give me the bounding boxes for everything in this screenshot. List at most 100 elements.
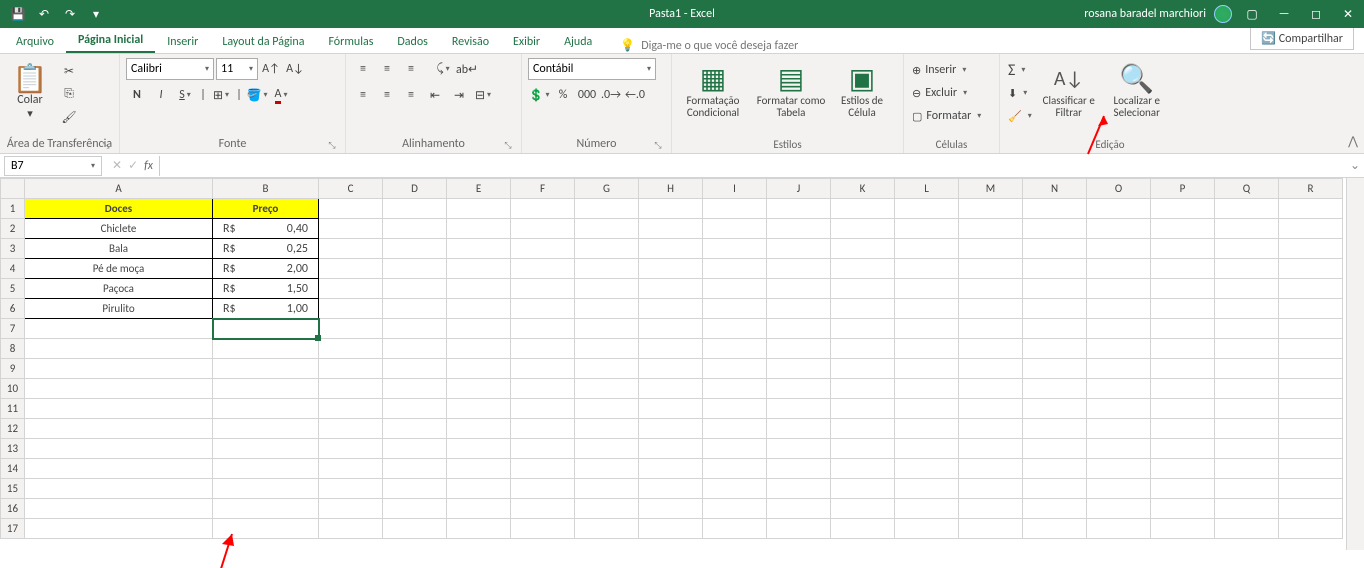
cell[interactable] bbox=[959, 479, 1023, 499]
format-cells-button[interactable]: ▢ Formatar ▾ bbox=[910, 106, 983, 126]
cell[interactable] bbox=[511, 439, 575, 459]
cell[interactable] bbox=[1279, 399, 1343, 419]
row-header[interactable]: 14 bbox=[1, 459, 25, 479]
cell[interactable] bbox=[319, 499, 383, 519]
cell[interactable]: R$0,25 bbox=[213, 239, 319, 259]
cell[interactable] bbox=[703, 439, 767, 459]
col-header-q[interactable]: Q bbox=[1215, 179, 1279, 199]
row-header[interactable]: 10 bbox=[1, 379, 25, 399]
cell[interactable] bbox=[383, 219, 447, 239]
cell[interactable] bbox=[511, 339, 575, 359]
cell[interactable] bbox=[1023, 359, 1087, 379]
cell[interactable] bbox=[319, 239, 383, 259]
cell[interactable] bbox=[959, 519, 1023, 539]
cell[interactable] bbox=[1087, 299, 1151, 319]
tab-layout[interactable]: Layout da Página bbox=[210, 31, 316, 53]
cell[interactable] bbox=[1279, 299, 1343, 319]
cell[interactable] bbox=[447, 299, 511, 319]
cell[interactable] bbox=[895, 279, 959, 299]
tab-data[interactable]: Dados bbox=[385, 31, 439, 53]
tab-file[interactable]: Arquivo bbox=[4, 31, 66, 53]
row-header[interactable]: 1 bbox=[1, 199, 25, 219]
cell[interactable] bbox=[1023, 319, 1087, 339]
align-right-icon[interactable]: ≡ bbox=[400, 84, 422, 106]
cell[interactable] bbox=[703, 519, 767, 539]
cell[interactable]: Chiclete bbox=[25, 219, 213, 239]
cell[interactable] bbox=[213, 379, 319, 399]
cell[interactable] bbox=[511, 319, 575, 339]
name-box[interactable]: B7▾ bbox=[4, 156, 102, 176]
cell[interactable]: Bala bbox=[25, 239, 213, 259]
cell[interactable] bbox=[511, 359, 575, 379]
cell[interactable] bbox=[447, 439, 511, 459]
cell[interactable] bbox=[703, 239, 767, 259]
save-icon[interactable]: 💾 bbox=[6, 2, 30, 26]
tab-insert[interactable]: Inserir bbox=[155, 31, 210, 53]
cell[interactable] bbox=[1151, 419, 1215, 439]
cell[interactable] bbox=[1023, 279, 1087, 299]
font-size-select[interactable]: 11▾ bbox=[216, 58, 258, 80]
cell[interactable] bbox=[831, 399, 895, 419]
tab-view[interactable]: Exibir bbox=[501, 31, 552, 53]
cell[interactable] bbox=[575, 519, 639, 539]
clear-button[interactable]: 🧹 ▾ bbox=[1006, 106, 1034, 126]
ribbon-display-icon[interactable]: ▢ bbox=[1240, 2, 1264, 26]
cell[interactable] bbox=[1151, 339, 1215, 359]
cell[interactable] bbox=[319, 419, 383, 439]
cell[interactable] bbox=[1023, 439, 1087, 459]
cell[interactable] bbox=[831, 519, 895, 539]
cell[interactable] bbox=[25, 459, 213, 479]
cell[interactable] bbox=[1087, 479, 1151, 499]
cell[interactable] bbox=[213, 419, 319, 439]
cell[interactable] bbox=[895, 419, 959, 439]
cell[interactable]: R$1,00 bbox=[213, 299, 319, 319]
italic-button[interactable]: I bbox=[150, 84, 172, 106]
cell[interactable] bbox=[767, 499, 831, 519]
cell[interactable] bbox=[959, 419, 1023, 439]
cell[interactable] bbox=[213, 439, 319, 459]
cell[interactable] bbox=[383, 419, 447, 439]
cell[interactable] bbox=[767, 379, 831, 399]
sort-filter-button[interactable]: A↓ Classificar e Filtrar bbox=[1038, 58, 1100, 124]
cell[interactable] bbox=[1087, 239, 1151, 259]
col-header-r[interactable]: R bbox=[1279, 179, 1343, 199]
cell[interactable] bbox=[831, 219, 895, 239]
cell[interactable] bbox=[703, 319, 767, 339]
cell[interactable] bbox=[703, 459, 767, 479]
cell[interactable] bbox=[25, 319, 213, 339]
cell[interactable] bbox=[767, 479, 831, 499]
cell[interactable] bbox=[1279, 439, 1343, 459]
cell[interactable] bbox=[703, 279, 767, 299]
cell[interactable] bbox=[575, 419, 639, 439]
cell[interactable] bbox=[831, 499, 895, 519]
cell[interactable] bbox=[703, 259, 767, 279]
cell[interactable] bbox=[383, 399, 447, 419]
cell[interactable] bbox=[447, 259, 511, 279]
cell[interactable] bbox=[383, 379, 447, 399]
col-header-f[interactable]: F bbox=[511, 179, 575, 199]
select-all-corner[interactable] bbox=[1, 179, 25, 199]
cell[interactable] bbox=[25, 339, 213, 359]
cell[interactable] bbox=[767, 219, 831, 239]
cell[interactable] bbox=[25, 499, 213, 519]
cell[interactable] bbox=[1279, 499, 1343, 519]
tell-me-box[interactable]: 💡 Diga-me o que você deseja fazer bbox=[620, 38, 798, 53]
collapse-ribbon-icon[interactable]: ⋀ bbox=[1348, 134, 1358, 149]
cell[interactable] bbox=[895, 399, 959, 419]
row-header[interactable]: 6 bbox=[1, 299, 25, 319]
cell[interactable] bbox=[767, 439, 831, 459]
row-header[interactable]: 2 bbox=[1, 219, 25, 239]
cell[interactable] bbox=[1023, 459, 1087, 479]
cell[interactable] bbox=[1279, 219, 1343, 239]
cell[interactable] bbox=[1215, 219, 1279, 239]
cell[interactable] bbox=[831, 439, 895, 459]
expand-formula-bar-icon[interactable]: ⌄ bbox=[1346, 158, 1364, 173]
cell[interactable] bbox=[831, 239, 895, 259]
cell[interactable] bbox=[575, 479, 639, 499]
cell[interactable] bbox=[1215, 419, 1279, 439]
cell[interactable] bbox=[319, 319, 383, 339]
col-header-e[interactable]: E bbox=[447, 179, 511, 199]
cell[interactable] bbox=[959, 239, 1023, 259]
cell[interactable] bbox=[639, 459, 703, 479]
increase-decimal-icon[interactable]: .0→ bbox=[600, 84, 622, 106]
